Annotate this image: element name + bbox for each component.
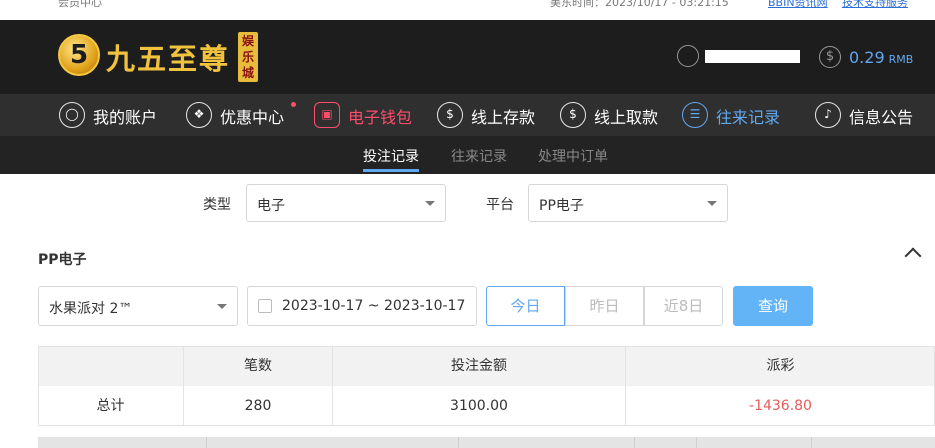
chevron-down-icon: [425, 201, 435, 206]
gift-icon: ❖: [186, 102, 212, 128]
logo-name: 九五至尊: [106, 42, 231, 76]
header: 5 九五至尊 娱乐城 $ 0.29 RMB: [0, 20, 935, 94]
record-icon: ☰: [682, 102, 708, 128]
chevron-down-icon: [707, 201, 717, 206]
row-bet-amount: 3100.00: [332, 386, 625, 426]
row-payout: -1436.80: [625, 386, 935, 426]
deposit-icon: $: [437, 102, 463, 128]
balance-unit: RMB: [888, 53, 914, 66]
chevron-down-icon: [217, 304, 227, 309]
wallet-icon: ▣: [314, 102, 340, 128]
eastern-time: 美东时间：2023/10/17 - 03:21:15: [550, 0, 729, 9]
header-cell-bet: 投注金额: [332, 346, 625, 386]
member-center-link[interactable]: 会员中心: [58, 0, 102, 10]
balance-amount: 0.29: [849, 48, 885, 67]
column-divider: [458, 437, 459, 448]
table-header-row: 笔数 投注金额 派彩: [38, 346, 935, 386]
notification-dot: [291, 102, 296, 107]
sub-nav: 投注记录 往来记录 处理中订单: [0, 136, 935, 174]
today-button[interactable]: 今日: [486, 286, 565, 326]
row-count: 280: [183, 386, 332, 426]
query-button[interactable]: 查询: [733, 286, 813, 326]
tab-bet-records[interactable]: 投注记录: [363, 146, 419, 166]
row-label: 总计: [96, 398, 125, 414]
main-nav: ◯ 我的账户 ❖ 优惠中心 ▣ 电子钱包 $ 线上存款 $ 线上取款 ☰ 往来记…: [0, 94, 935, 136]
last-8-days-button[interactable]: 近8日: [644, 286, 723, 326]
type-select[interactable]: 电子: [246, 184, 446, 222]
column-divider: [206, 437, 207, 448]
detail-table-header: [38, 437, 935, 448]
logo[interactable]: 5 九五至尊 娱乐城: [58, 30, 258, 86]
dollar-icon: $: [819, 46, 841, 68]
user-icon: ◯: [59, 102, 85, 128]
game-select-value: 水果派对 2™: [49, 301, 133, 317]
bell-icon: ♪: [815, 102, 841, 128]
support-link[interactable]: 技术支持服务: [842, 0, 908, 10]
content-area: 类型 电子 平台 PP电子 PP电子 水果派对 2™ 2023-10-17 ~ …: [0, 174, 935, 448]
balance: 0.29 RMB: [849, 48, 913, 67]
active-tab-underline: [363, 169, 419, 172]
tab-transaction-records[interactable]: 往来记录: [451, 146, 507, 166]
date-range-input[interactable]: 2023-10-17 ~ 2023-10-17: [247, 286, 477, 326]
game-select[interactable]: 水果派对 2™: [38, 286, 238, 326]
column-divider: [811, 437, 812, 448]
chevron-up-icon[interactable]: [904, 247, 922, 265]
column-divider: [634, 437, 635, 448]
type-label: 类型: [203, 197, 231, 213]
tab-pending-orders[interactable]: 处理中订单: [538, 146, 608, 166]
header-cell-payout: 派彩: [625, 346, 935, 386]
date-range-value: 2023-10-17 ~ 2023-10-17: [282, 298, 466, 314]
header-cell-label: [38, 346, 183, 386]
platform-select-value: PP电子: [539, 198, 584, 214]
type-select-value: 电子: [257, 198, 285, 214]
platform-label: 平台: [486, 197, 514, 213]
table-row: 总计 280 3100.00 -1436.80: [38, 386, 935, 426]
logo-badge: 娱乐城: [238, 32, 258, 82]
column-divider: [696, 437, 697, 448]
header-cell-count: 笔数: [183, 346, 332, 386]
platform-select[interactable]: PP电子: [528, 184, 728, 222]
coin-logo-icon: 5: [58, 34, 100, 76]
user-icon: [677, 45, 699, 67]
news-link[interactable]: BBIN资讯网: [768, 0, 828, 10]
withdraw-icon: $: [560, 102, 586, 128]
yesterday-button[interactable]: 昨日: [565, 286, 644, 326]
username-redacted: [705, 50, 800, 63]
top-bar: 会员中心 美东时间：2023/10/17 - 03:21:15 BBIN资讯网 …: [0, 0, 935, 20]
section-title: PP电子: [38, 252, 87, 268]
calendar-icon: [258, 299, 272, 313]
